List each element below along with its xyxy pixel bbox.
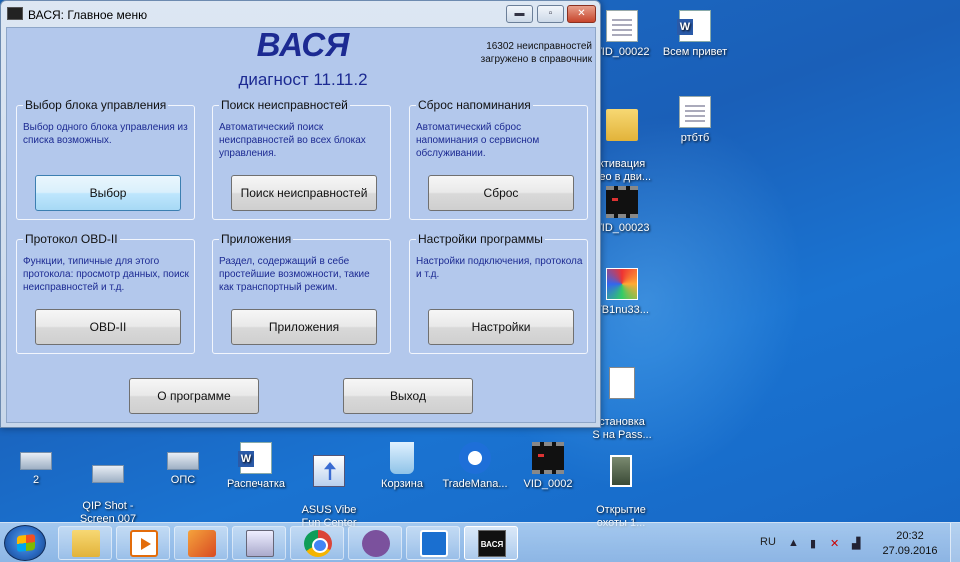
faults-count-info: 16302 неисправностей загружено в справоч…	[447, 40, 592, 66]
group-description: Раздел, содержащий в себе простейшие воз…	[219, 256, 370, 293]
desktop-icon-recycle-bin[interactable]: Корзина	[362, 442, 442, 491]
document-icon	[609, 367, 635, 399]
group-obd2: Протокол OBD-II Функции, типичные для эт…	[16, 232, 195, 354]
desktop-icon-rtbtb[interactable]: ртбтб	[655, 96, 735, 145]
group-title: Сброс напоминания	[416, 98, 533, 112]
maximize-button[interactable]: ▫	[537, 5, 564, 23]
group-description: Автоматический сброс напоминания о серви…	[416, 122, 540, 159]
taskbar-calculator[interactable]	[232, 526, 286, 560]
asus-vibe-icon	[313, 455, 345, 487]
system-clock[interactable]: 20:32 27.09.2016	[875, 529, 945, 559]
desktop-icon-label: Распечатка	[226, 478, 286, 490]
folder-icon	[606, 109, 638, 141]
vasya-app-icon	[7, 7, 23, 20]
video-file-icon	[606, 10, 638, 42]
video-file-icon	[606, 186, 638, 218]
recycle-bin-icon	[390, 442, 414, 474]
group-reminder-reset: Сброс напоминания Автоматический сброс н…	[409, 98, 588, 220]
obd2-button[interactable]: OBD-II	[35, 309, 181, 345]
teamviewer-icon	[420, 530, 448, 557]
group-settings: Настройки программы Настройки подключени…	[409, 232, 588, 354]
main-menu-window: ВАСЯ: Главное меню ▬ ▫ ✕ ВАСЯ диагност 1…	[0, 0, 601, 428]
desktop-icon-label: Всем привет	[662, 46, 728, 58]
viber-icon	[362, 530, 390, 557]
faults-count: 16302 неисправностей	[486, 41, 592, 52]
select-button[interactable]: Выбор	[35, 175, 181, 211]
group-fault-search: Поиск неисправностей Автоматический поис…	[212, 98, 391, 220]
fault-search-button[interactable]: Поиск неисправностей	[231, 175, 377, 211]
brand-logo-text: ВАСЯ	[256, 26, 350, 63]
screenshot-icon	[92, 465, 124, 483]
taskbar-media-player[interactable]	[116, 526, 170, 560]
language-indicator[interactable]: RU	[760, 536, 776, 548]
desktop-icon-label: TradeMana...	[442, 478, 508, 490]
text-document-icon	[679, 96, 711, 128]
group-description: Функции, типичные для этого протокола: п…	[23, 256, 189, 293]
desktop-icon-label: Корзина	[381, 478, 423, 490]
group-applications: Приложения Раздел, содержащий в себе про…	[212, 232, 391, 354]
reset-button[interactable]: Сброс	[428, 175, 574, 211]
window-titlebar[interactable]: ВАСЯ: Главное меню ▬ ▫ ✕	[1, 1, 600, 27]
taskbar-viber[interactable]	[348, 526, 402, 560]
group-description: Автоматический поиск неисправностей во в…	[219, 122, 366, 159]
settings-button[interactable]: Настройки	[428, 309, 574, 345]
taskbar: ВАСЯ RU ▲ ▮ ✕ ▟ 20:32 27.09.2016	[0, 522, 960, 562]
about-button[interactable]: О программе	[129, 378, 259, 414]
taskbar-explorer[interactable]	[58, 526, 112, 560]
clock-date: 27.09.2016	[882, 545, 938, 557]
main-menu-panel: ВАСЯ диагност 11.11.2 16302 неисправност…	[6, 26, 596, 423]
exit-button[interactable]: Выход	[343, 378, 473, 414]
desktop-icon-label: 2	[32, 474, 40, 486]
group-title: Протокол OBD-II	[23, 232, 120, 246]
show-desktop-button[interactable]	[950, 523, 960, 562]
word-document-icon: W	[238, 442, 272, 474]
desktop-icon-ops[interactable]: ОПС	[143, 442, 223, 487]
vasya-app-icon: ВАСЯ	[478, 530, 506, 557]
volume-muted-icon[interactable]: ✕	[830, 537, 839, 550]
desktop-icon-raspechatka[interactable]: W Распечатка	[216, 442, 296, 491]
version-label: диагност 11.11.2	[238, 70, 368, 89]
minimize-button[interactable]: ▬	[506, 5, 533, 23]
scanner-icon	[167, 452, 199, 470]
taskbar-teamviewer[interactable]	[406, 526, 460, 560]
desktop-icon-trademanager[interactable]: TradeMana...	[435, 442, 515, 491]
desktop-icon-label: VID_0002	[523, 478, 573, 490]
taskbar-chrome[interactable]	[290, 526, 344, 560]
desktop-icon-label: ртбтб	[680, 132, 710, 144]
taskbar-paint[interactable]	[174, 526, 228, 560]
group-title: Настройки программы	[416, 232, 545, 246]
group-description: Выбор одного блока управления из списка …	[23, 122, 188, 146]
scanner-icon	[20, 452, 52, 470]
start-button[interactable]	[4, 525, 46, 561]
media-player-icon	[130, 530, 158, 557]
chrome-icon	[304, 530, 332, 557]
group-description: Настройки подключения, протокола и т.д.	[416, 256, 583, 280]
image-file-icon	[606, 268, 638, 300]
windows-logo-icon	[17, 534, 35, 552]
close-button[interactable]: ✕	[567, 5, 596, 23]
video-file-icon	[532, 442, 564, 474]
desktop-icon-2[interactable]: 2	[0, 442, 76, 487]
paint-icon	[188, 530, 216, 557]
battery-icon[interactable]: ▮	[810, 537, 816, 550]
word-document-icon: W	[677, 10, 711, 42]
desktop-icon-vid-0002[interactable]: VID_0002	[508, 442, 588, 491]
tray-expand-icon[interactable]: ▲	[788, 537, 799, 549]
group-title: Поиск неисправностей	[219, 98, 350, 112]
group-select-unit: Выбор блока управления Выбор одного блок…	[16, 98, 195, 220]
faults-note: загружено в справочник	[480, 54, 592, 65]
group-title: Выбор блока управления	[23, 98, 169, 112]
clock-time: 20:32	[896, 530, 924, 542]
image-file-icon	[610, 455, 632, 487]
desktop-icon-label: ОПС	[170, 474, 196, 486]
desktop-icon-vsem-privet[interactable]: W Всем привет	[655, 10, 735, 59]
group-title: Приложения	[219, 232, 294, 246]
window-title: ВАСЯ: Главное меню	[28, 8, 148, 22]
calculator-icon	[246, 530, 274, 557]
folder-icon	[72, 530, 100, 557]
shortcut-icon	[459, 442, 491, 474]
applications-button[interactable]: Приложения	[231, 309, 377, 345]
taskbar-vasya[interactable]: ВАСЯ	[464, 526, 518, 560]
network-icon[interactable]: ▟	[852, 537, 860, 550]
